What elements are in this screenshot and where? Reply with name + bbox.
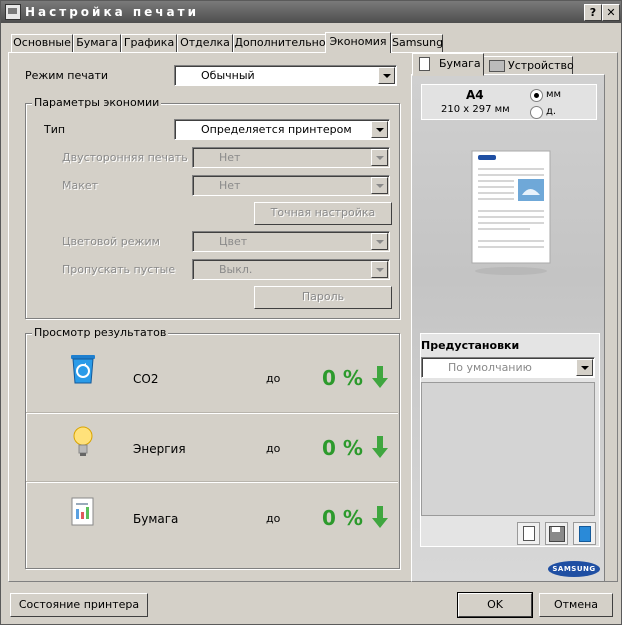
presets-box: Предустановки По умолчанию	[420, 333, 600, 547]
row-divider	[26, 481, 398, 483]
tab-basic[interactable]: Основные	[11, 34, 73, 52]
duplex-label: Двусторонняя печать	[62, 151, 188, 164]
page-preview	[471, 150, 551, 275]
chevron-down-icon[interactable]	[371, 177, 388, 194]
tab-preview-paper[interactable]: Бумага	[412, 53, 484, 76]
chevron-down-icon[interactable]	[576, 359, 593, 376]
light-bulb-icon	[73, 426, 93, 456]
tab-advanced[interactable]: Дополнительно	[233, 34, 327, 52]
results-preview-group: Просмотр результатов CO2 до 0 % Энергия …	[25, 326, 400, 569]
delete-icon[interactable]	[573, 522, 596, 545]
tab-preview-device-label: Устройство	[508, 59, 574, 72]
unit-inch-label: д.	[546, 106, 557, 117]
paper-prefix: до	[266, 512, 281, 525]
print-mode-value: Обычный	[201, 69, 255, 82]
close-button[interactable]: ✕	[602, 4, 620, 21]
printer-status-button[interactable]: Состояние принтера	[10, 593, 148, 617]
row-divider	[26, 412, 398, 414]
skip-blank-value: Выкл.	[219, 263, 253, 276]
presets-select[interactable]: По умолчанию	[421, 357, 595, 378]
tab-samsung[interactable]: Samsung	[391, 34, 443, 52]
paper-dimensions: 210 x 297 мм	[441, 104, 510, 115]
color-mode-value: Цвет	[219, 235, 248, 248]
print-mode-select[interactable]: Обычный	[174, 65, 397, 86]
paper-label: Бумага	[133, 512, 179, 526]
unit-mm-radio[interactable]	[530, 89, 543, 102]
results-preview-title: Просмотр результатов	[32, 326, 169, 339]
layout-select[interactable]: Нет	[192, 175, 390, 196]
preview-panel: A4 210 x 297 мм мм д. Предустановки По у…	[411, 74, 605, 582]
economy-params-title: Параметры экономии	[32, 96, 162, 109]
ok-button[interactable]: OK	[458, 593, 532, 617]
color-mode-label: Цветовой режим	[62, 235, 160, 248]
password-button[interactable]: Пароль	[254, 286, 392, 309]
type-value: Определяется принтером	[201, 123, 352, 136]
new-preset-icon[interactable]	[517, 522, 540, 545]
energy-percent: 0 %	[322, 436, 363, 460]
unit-inch-radio[interactable]	[530, 106, 543, 119]
type-label: Тип	[44, 123, 66, 136]
title-bar[interactable]: Настройка печати ? ✕	[1, 1, 621, 23]
tab-finishing[interactable]: Отделка	[177, 34, 233, 52]
preview-pane: Бумага Устройство A4 210 x 297 мм мм д.	[411, 53, 605, 582]
print-mode-label: Режим печати	[25, 69, 109, 82]
co2-prefix: до	[266, 372, 281, 385]
co2-percent: 0 %	[322, 366, 363, 390]
arrow-down-icon	[372, 506, 388, 528]
tab-preview-paper-label: Бумага	[439, 57, 481, 70]
arrow-down-icon	[372, 436, 388, 458]
energy-label: Энергия	[133, 442, 186, 456]
window-title: Настройка печати	[25, 5, 199, 19]
presets-value: По умолчанию	[448, 361, 532, 374]
unit-mm-label: мм	[546, 89, 562, 100]
page-icon	[419, 57, 430, 71]
color-mode-select[interactable]: Цвет	[192, 231, 390, 252]
tab-graphics[interactable]: Графика	[121, 34, 177, 52]
tab-economy[interactable]: Экономия	[325, 32, 391, 53]
recycle-bin-icon	[71, 355, 95, 384]
paper-percent: 0 %	[322, 506, 363, 530]
chevron-down-icon[interactable]	[371, 261, 388, 278]
presets-title: Предустановки	[421, 339, 520, 352]
chevron-down-icon[interactable]	[371, 121, 388, 138]
duplex-value: Нет	[219, 151, 241, 164]
energy-prefix: до	[266, 442, 281, 455]
presets-list[interactable]	[421, 382, 595, 516]
device-icon	[489, 60, 505, 72]
chevron-down-icon[interactable]	[371, 233, 388, 250]
print-settings-window: Настройка печати ? ✕ Основные Бумага Гра…	[0, 0, 622, 625]
type-select[interactable]: Определяется принтером	[174, 119, 390, 140]
skip-blank-select[interactable]: Выкл.	[192, 259, 390, 280]
arrow-down-icon	[372, 366, 388, 388]
layout-value: Нет	[219, 179, 241, 192]
cancel-button[interactable]: Отмена	[539, 593, 613, 617]
skip-blank-label: Пропускать пустые	[62, 263, 176, 276]
duplex-select[interactable]: Нет	[192, 147, 390, 168]
fine-tune-button[interactable]: Точная настройка	[254, 202, 392, 225]
economy-params-group: Параметры экономии Тип Определяется прин…	[25, 96, 400, 319]
document-icon	[71, 497, 94, 526]
tab-paper[interactable]: Бумага	[73, 34, 121, 52]
co2-label: CO2	[133, 372, 159, 386]
help-button[interactable]: ?	[584, 4, 602, 21]
layout-label: Макет	[62, 179, 99, 192]
paper-size: A4	[466, 88, 484, 102]
chevron-down-icon[interactable]	[371, 149, 388, 166]
samsung-logo: SAMSUNG	[548, 561, 600, 577]
save-icon[interactable]	[545, 522, 568, 545]
paper-info-box: A4 210 x 297 мм мм д.	[421, 84, 597, 120]
printer-icon	[5, 4, 21, 20]
chevron-down-icon[interactable]	[378, 67, 395, 84]
